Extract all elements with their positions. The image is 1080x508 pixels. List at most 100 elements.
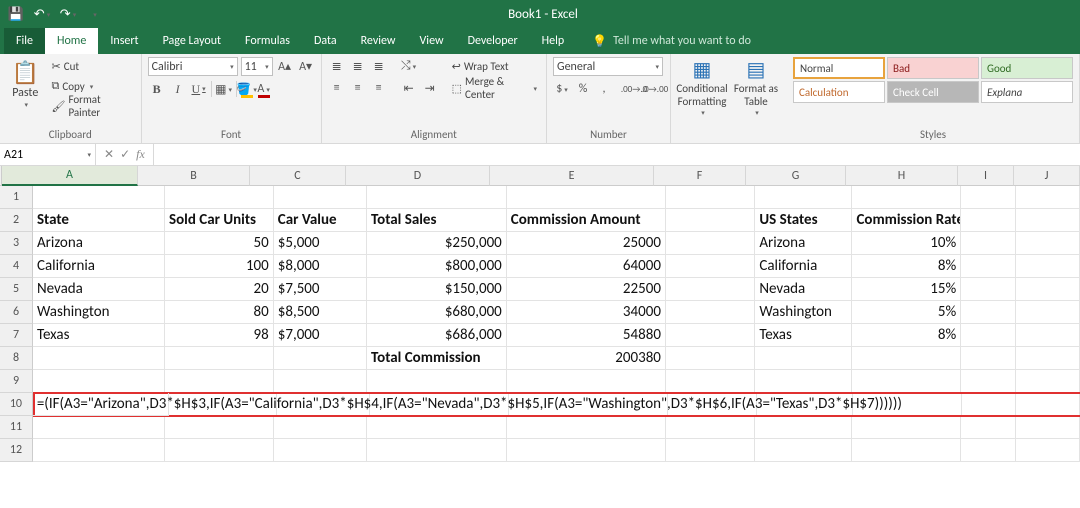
cell[interactable]	[852, 347, 961, 370]
cell[interactable]	[1016, 255, 1080, 278]
format-painter-button[interactable]: 🖌Format Painter	[49, 97, 135, 115]
cell[interactable]: 64000	[507, 255, 666, 278]
column-header-E[interactable]: E	[490, 166, 654, 186]
row-header[interactable]: 6	[0, 301, 33, 324]
align-left-icon[interactable]: ≡	[328, 79, 346, 97]
percent-format-icon[interactable]: %	[574, 80, 592, 98]
worksheet[interactable]: ABCDEFGHIJ 12StateSold Car UnitsCar Valu…	[0, 166, 1080, 462]
orientation-icon[interactable]: ⤭▾	[400, 57, 418, 75]
cell[interactable]: Arizona	[33, 232, 165, 255]
cell[interactable]: Nevada	[33, 278, 165, 301]
tab-insert[interactable]: Insert	[98, 28, 150, 54]
cell[interactable]	[1016, 416, 1080, 439]
column-header-F[interactable]: F	[654, 166, 746, 186]
decrease-decimal-icon[interactable]: .0→.00	[646, 80, 664, 98]
align-bottom-icon[interactable]: ≣	[370, 57, 388, 75]
cell[interactable]: =(IF(A3="Arizona",D3*$H$3,IF(A3="Califor…	[33, 393, 169, 416]
row-header[interactable]: 1	[0, 186, 33, 209]
tab-help[interactable]: Help	[530, 28, 577, 54]
cell[interactable]	[961, 301, 1016, 324]
name-box[interactable]: A21 ▾	[0, 144, 96, 165]
undo-icon[interactable]: ↶▾	[30, 3, 54, 25]
font-name-select[interactable]: Calibri▾	[148, 57, 238, 76]
cell[interactable]	[367, 370, 507, 393]
cell[interactable]: 22500	[507, 278, 666, 301]
style-normal[interactable]: Normal	[793, 57, 885, 79]
row-header[interactable]: 8	[0, 347, 33, 370]
cell[interactable]	[755, 370, 852, 393]
cell[interactable]: 15%	[852, 278, 961, 301]
cut-button[interactable]: ✂Cut	[49, 57, 135, 75]
cell[interactable]: 34000	[507, 301, 666, 324]
cell[interactable]: $686,000	[367, 324, 507, 347]
cell[interactable]: 10%	[852, 232, 961, 255]
cell[interactable]: 5%	[852, 301, 961, 324]
cell[interactable]: 25000	[507, 232, 666, 255]
row-header[interactable]: 2	[0, 209, 33, 232]
cell[interactable]	[961, 232, 1016, 255]
cell[interactable]	[666, 439, 755, 462]
merge-center-button[interactable]: ⬚Merge & Center▾	[449, 79, 540, 97]
row-header[interactable]: 12	[0, 439, 33, 462]
cell[interactable]	[961, 278, 1016, 301]
cell[interactable]	[1016, 278, 1080, 301]
cell[interactable]	[755, 439, 852, 462]
save-icon[interactable]: 💾	[4, 3, 28, 25]
wrap-text-button[interactable]: ↩Wrap Text	[449, 57, 540, 75]
enter-formula-icon[interactable]: ✓	[120, 147, 130, 162]
cell[interactable]: $7,000	[274, 324, 367, 347]
align-center-icon[interactable]: ≡	[349, 79, 367, 97]
cell[interactable]	[1016, 370, 1080, 393]
style-calculation[interactable]: Calculation	[793, 81, 885, 103]
cell[interactable]	[33, 186, 165, 209]
cell[interactable]: State	[33, 209, 165, 232]
cell[interactable]	[961, 439, 1016, 462]
column-header-B[interactable]: B	[138, 166, 250, 186]
cell[interactable]	[367, 416, 507, 439]
cell[interactable]	[367, 186, 507, 209]
cell[interactable]	[274, 439, 367, 462]
cell[interactable]	[1016, 324, 1080, 347]
cell[interactable]: $8,500	[274, 301, 367, 324]
font-color-button[interactable]: A▾	[257, 80, 271, 98]
cell[interactable]	[852, 186, 961, 209]
cell[interactable]: $150,000	[367, 278, 507, 301]
row-header[interactable]: 4	[0, 255, 33, 278]
cell[interactable]	[666, 324, 755, 347]
cell[interactable]	[666, 347, 755, 370]
column-header-C[interactable]: C	[250, 166, 346, 186]
number-format-select[interactable]: General▾	[553, 57, 663, 76]
cell[interactable]	[1016, 232, 1080, 255]
cell[interactable]	[33, 347, 165, 370]
cell[interactable]: Total Sales	[367, 209, 507, 232]
italic-button[interactable]: I	[169, 80, 187, 98]
increase-font-icon[interactable]: A▴	[276, 58, 294, 76]
cell[interactable]: $8,000	[274, 255, 367, 278]
bold-button[interactable]: B	[148, 80, 166, 98]
cell[interactable]: Texas	[755, 324, 852, 347]
cell[interactable]	[755, 416, 852, 439]
cell[interactable]: Car Value	[274, 209, 367, 232]
cell[interactable]: Commission Amount	[507, 209, 666, 232]
comma-format-icon[interactable]: ,	[595, 80, 613, 98]
row-header[interactable]: 9	[0, 370, 33, 393]
cell[interactable]	[507, 439, 666, 462]
row-header[interactable]: 5	[0, 278, 33, 301]
cell[interactable]: California	[755, 255, 852, 278]
cell[interactable]	[666, 370, 755, 393]
cell[interactable]	[666, 232, 755, 255]
redo-icon[interactable]: ↷▾	[56, 3, 80, 25]
formula-bar-input[interactable]	[154, 144, 1080, 165]
cell[interactable]	[666, 186, 755, 209]
cell[interactable]: $250,000	[367, 232, 507, 255]
tab-developer[interactable]: Developer	[456, 28, 530, 54]
increase-indent-icon[interactable]: ⇥	[421, 79, 439, 97]
cell[interactable]: Arizona	[755, 232, 852, 255]
cell[interactable]: 100	[165, 255, 274, 278]
tab-view[interactable]: View	[408, 28, 456, 54]
cell[interactable]: 200380	[507, 347, 666, 370]
cell[interactable]	[165, 416, 274, 439]
font-size-select[interactable]: 11▾	[241, 57, 273, 76]
cell[interactable]	[962, 393, 1016, 416]
cell[interactable]	[852, 416, 961, 439]
